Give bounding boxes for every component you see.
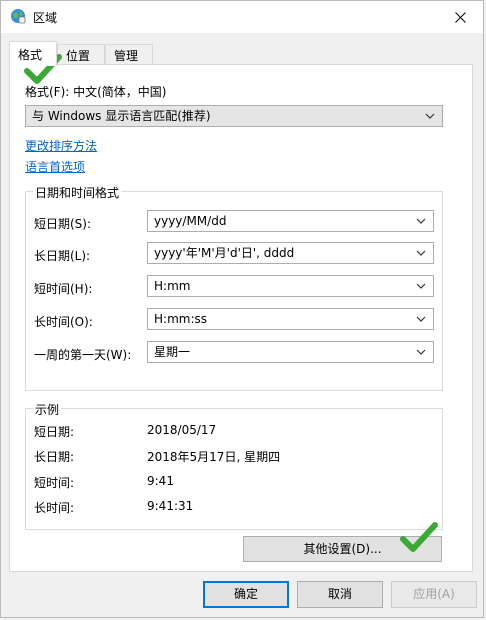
short-date-label: 短日期(S): [34,217,92,231]
tab-location[interactable]: 位置 [57,44,105,65]
short-time-value: H:mm [154,279,191,293]
first-day-of-week-value: 星期一 [154,345,191,359]
example-group: 示例 短日期: 2018/05/17 长日期: 2018年5月17日, 星期四 … [25,401,443,530]
example-long-date-value: 2018年5月17日, 星期四 [147,450,281,464]
example-short-time-label: 短时间: [34,476,75,490]
example-long-time-value: 9:41:31 [147,499,194,513]
cancel-button[interactable]: 取消 [297,581,383,608]
short-date-combobox[interactable]: yyyy/MM/dd [147,210,434,232]
long-date-value: yyyy'年'M'月'd'日', dddd [154,246,295,260]
example-long-time-label: 长时间: [34,501,75,515]
chevron-down-icon [416,218,426,224]
datetime-group-title: 日期和时间格式 [33,184,122,201]
long-date-label: 长日期(L): [34,249,91,263]
close-icon [454,11,466,23]
globe-icon [11,9,26,24]
chevron-down-icon [416,349,426,355]
change-sorting-link[interactable]: 更改排序方法 [25,137,97,154]
window-title: 区域 [33,11,58,25]
datetime-format-group: 日期和时间格式 短日期(S): yyyy/MM/dd 长日期(L): yyyy'… [25,184,443,391]
checkmark-annotation-icon [400,522,438,552]
example-short-date-value: 2018/05/17 [147,423,217,437]
tab-administrative[interactable]: 管理 [105,44,153,65]
short-date-value: yyyy/MM/dd [154,214,227,228]
example-short-time-value: 9:41 [147,474,174,488]
title-bar: 区域 [1,1,483,33]
apply-button[interactable]: 应用(A) [391,581,477,608]
chevron-down-icon [416,316,426,322]
example-short-date-label: 短日期: [34,425,75,439]
example-long-date-label: 长日期: [34,450,75,464]
format-combobox-value: 与 Windows 显示语言匹配(推荐) [32,109,211,123]
tab-format[interactable]: 格式 [9,41,57,66]
language-preferences-link[interactable]: 语言首选项 [25,158,85,175]
first-day-of-week-label: 一周的第一天(W): [34,348,132,362]
long-date-combobox[interactable]: yyyy'年'M'月'd'日', dddd [147,242,434,264]
chevron-down-icon [416,283,426,289]
long-time-label: 长时间(O): [34,315,93,329]
region-dialog: 区域 格式 位置 管理 格式(F): 中文(简体，中国) 与 Windows 显… [0,0,484,618]
format-panel: 格式(F): 中文(简体，中国) 与 Windows 显示语言匹配(推荐) 更改… [9,64,473,572]
close-button[interactable] [437,1,483,33]
long-time-combobox[interactable]: H:mm:ss [147,308,434,330]
first-day-of-week-combobox[interactable]: 星期一 [147,341,434,363]
example-group-title: 示例 [33,401,62,418]
ok-button[interactable]: 确定 [203,581,289,608]
short-time-label: 短时间(H): [34,282,93,296]
chevron-down-icon [425,113,435,119]
short-time-combobox[interactable]: H:mm [147,275,434,297]
format-combobox[interactable]: 与 Windows 显示语言匹配(推荐) [25,105,443,127]
chevron-down-icon [416,250,426,256]
long-time-value: H:mm:ss [154,312,207,326]
